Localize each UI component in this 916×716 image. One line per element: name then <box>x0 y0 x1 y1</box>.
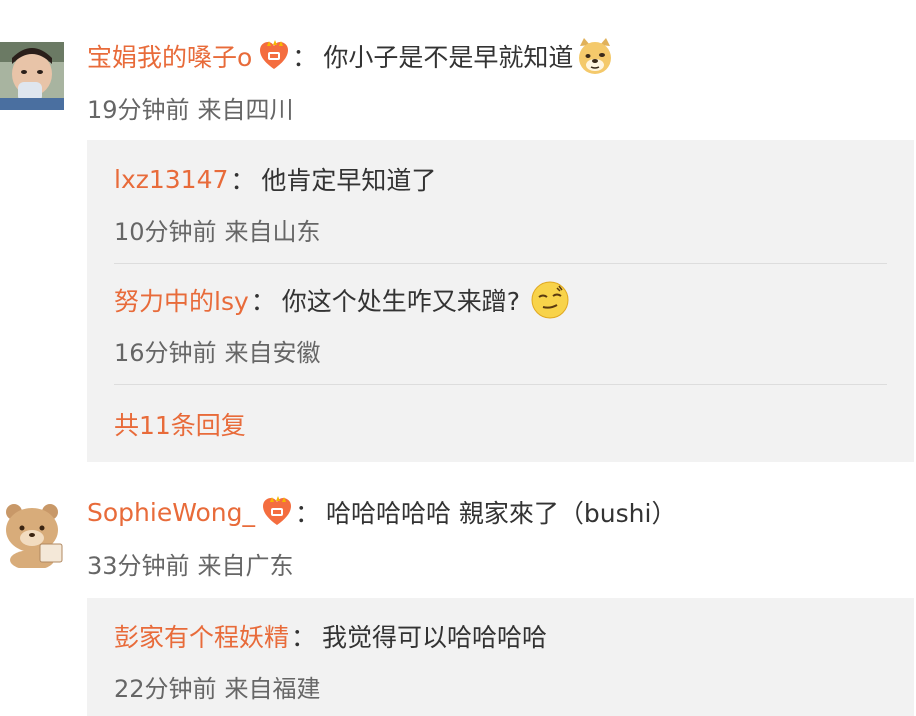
avatar[interactable] <box>0 42 64 110</box>
comment-username[interactable]: SophieWong_ <box>87 498 255 527</box>
reply-meta: 22分钟前 来自福建 <box>114 669 887 704</box>
comment-text: 你小子是不是早就知道 <box>323 43 574 72</box>
separator-colon: ： <box>292 43 318 72</box>
reply-username[interactable]: lxz13147 <box>114 165 228 194</box>
comment-time: 33分钟前 <box>87 552 190 580</box>
comment-meta: 33分钟前 来自广东 <box>87 546 294 581</box>
reply-item: 彭家有个程妖精 ： 我觉得可以哈哈哈哈 22分钟前 来自福建 <box>114 616 887 704</box>
smirk-emoji-icon <box>530 280 570 320</box>
reply-item: 努力中的lsy ： 你这个处生咋又来蹭? 16分钟前 来自安徽 <box>114 280 887 368</box>
reply-meta: 10分钟前 来自山东 <box>114 212 887 247</box>
avatar[interactable] <box>0 500 64 568</box>
reply-time: 22分钟前 <box>114 675 217 703</box>
reply-username[interactable]: 彭家有个程妖精 <box>114 618 289 654</box>
reply-text: 你这个处生咋又来蹭? <box>281 287 521 316</box>
reply-meta: 16分钟前 来自安徽 <box>114 333 887 368</box>
comment-meta: 19分钟前 来自四川 <box>87 90 294 125</box>
comment-text: 哈哈哈哈哈 親家來了（bushi） <box>325 499 677 528</box>
reply-time: 16分钟前 <box>114 339 217 367</box>
reply-item: lxz13147 ： 他肯定早知道了 10分钟前 来自山东 <box>114 159 887 247</box>
doge-emoji-icon <box>575 36 615 76</box>
comment-location: 来自四川 <box>197 96 294 124</box>
reply-list: 彭家有个程妖精 ： 我觉得可以哈哈哈哈 22分钟前 来自福建 <box>87 598 914 716</box>
divider <box>114 384 887 385</box>
bear-cartoon-avatar-icon <box>0 500 64 568</box>
reply-list: lxz13147 ： 他肯定早知道了 10分钟前 来自山东 努力中的lsy ： 你… <box>87 140 914 462</box>
fan-badge-icon[interactable] <box>258 40 290 72</box>
more-replies-link[interactable]: 共11条回复 <box>114 406 246 442</box>
fan-badge-icon[interactable] <box>261 496 293 528</box>
comment-username[interactable]: 宝娟我的嗓子o <box>87 38 252 74</box>
reply-text: 他肯定早知道了 <box>261 166 437 195</box>
separator-colon: ： <box>250 287 276 316</box>
divider <box>114 263 887 264</box>
reply-username[interactable]: 努力中的lsy <box>114 282 249 318</box>
separator-colon: ： <box>230 166 256 195</box>
reply-location: 来自安徽 <box>224 339 321 367</box>
user-photo-avatar-icon <box>0 42 64 110</box>
reply-text: 我觉得可以哈哈哈哈 <box>322 623 548 652</box>
comment-time: 19分钟前 <box>87 96 190 124</box>
reply-time: 10分钟前 <box>114 218 217 246</box>
separator-colon: ： <box>294 499 320 528</box>
reply-location: 来自山东 <box>224 218 321 246</box>
reply-location: 来自福建 <box>224 675 321 703</box>
separator-colon: ： <box>291 623 317 652</box>
comment-location: 来自广东 <box>197 552 294 580</box>
